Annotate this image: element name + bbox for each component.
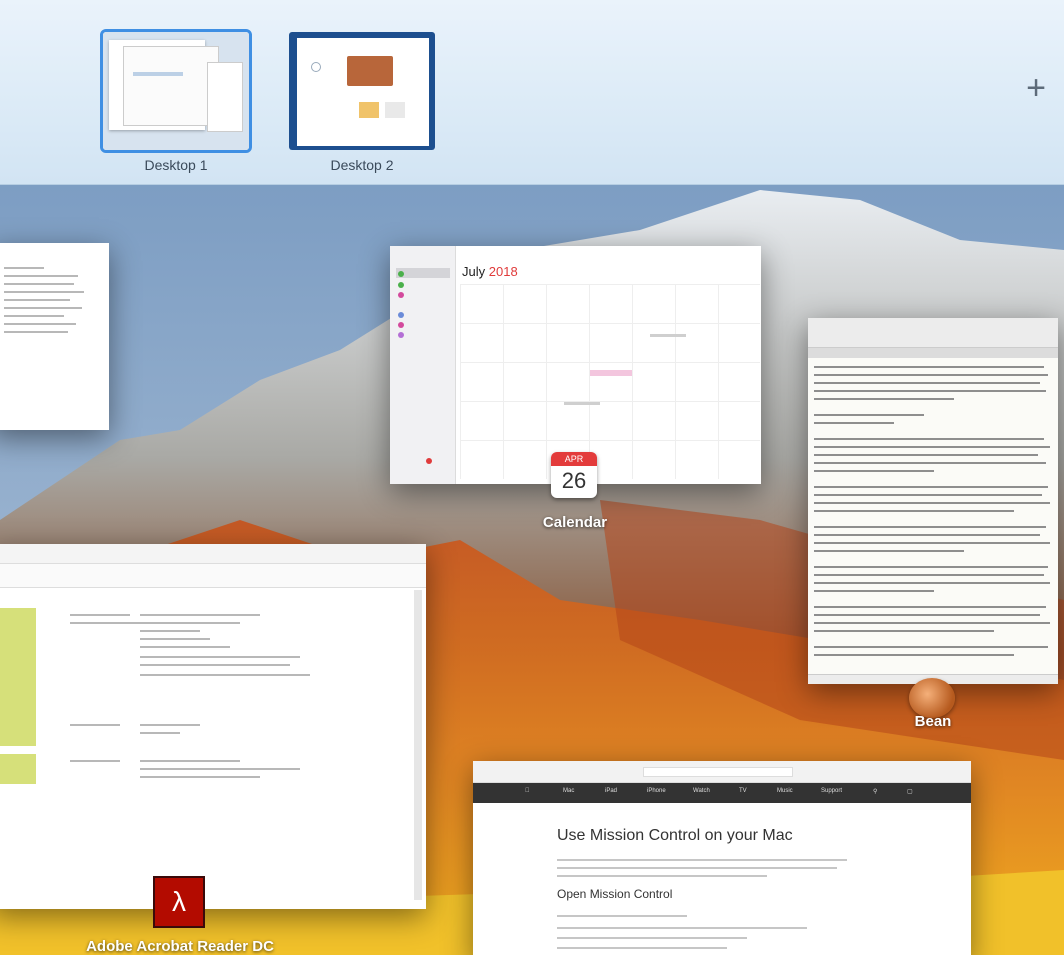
browser-window[interactable]:  Mac iPad iPhone Watch TV Music Support…	[473, 761, 971, 955]
nav-item-iphone[interactable]: iPhone	[647, 788, 666, 794]
bean-window[interactable]	[808, 318, 1058, 684]
nav-item-watch[interactable]: Watch	[693, 788, 710, 794]
calendar-icon-day: 26	[561, 468, 587, 493]
add-desktop-button[interactable]: +	[1018, 70, 1054, 106]
calendar-icon-month: APR	[551, 452, 597, 466]
nav-item-mac[interactable]: Mac	[563, 788, 574, 794]
desktop-1-thumbnail[interactable]: Desktop 1	[100, 29, 252, 173]
acrobat-app-label: Adobe Acrobat Reader DC	[86, 938, 274, 955]
section-title: Open Mission Control	[557, 887, 673, 901]
search-icon[interactable]: ⚲	[873, 788, 877, 795]
apple-logo-icon: 	[525, 788, 530, 794]
nav-item-tv[interactable]: TV	[739, 788, 747, 794]
calendar-app-icon[interactable]: APR 26	[551, 452, 597, 498]
apple-nav-bar:  Mac iPad iPhone Watch TV Music Support…	[473, 783, 971, 803]
bag-icon[interactable]: ▢	[907, 788, 913, 795]
bean-app-icon[interactable]	[909, 678, 955, 718]
calendar-sidebar	[390, 246, 456, 484]
desktop-1-label: Desktop 1	[144, 157, 208, 173]
desktop-1-preview	[100, 29, 252, 153]
finder-window[interactable]	[0, 243, 109, 430]
calendar-window[interactable]: July 2018	[390, 246, 761, 484]
page-title: Use Mission Control on your Mac	[557, 827, 793, 844]
nav-item-music[interactable]: Music	[777, 788, 793, 794]
acrobat-window[interactable]	[0, 544, 426, 909]
bean-app-label: Bean	[914, 713, 952, 730]
nav-item-ipad[interactable]: iPad	[605, 788, 617, 794]
acrobat-app-icon[interactable]: λ	[153, 876, 205, 928]
calendar-month-grid	[460, 284, 760, 479]
desktop-2-label: Desktop 2	[330, 157, 394, 173]
calendar-month-title: July 2018	[462, 264, 518, 279]
desktop-2-thumbnail[interactable]: Desktop 2	[289, 32, 435, 173]
desktop-2-preview	[289, 32, 435, 150]
spaces-bar: Desktop 1 Desktop 2 +	[0, 0, 1064, 185]
nav-item-support[interactable]: Support	[821, 788, 842, 794]
calendar-app-label: Calendar	[542, 514, 608, 531]
